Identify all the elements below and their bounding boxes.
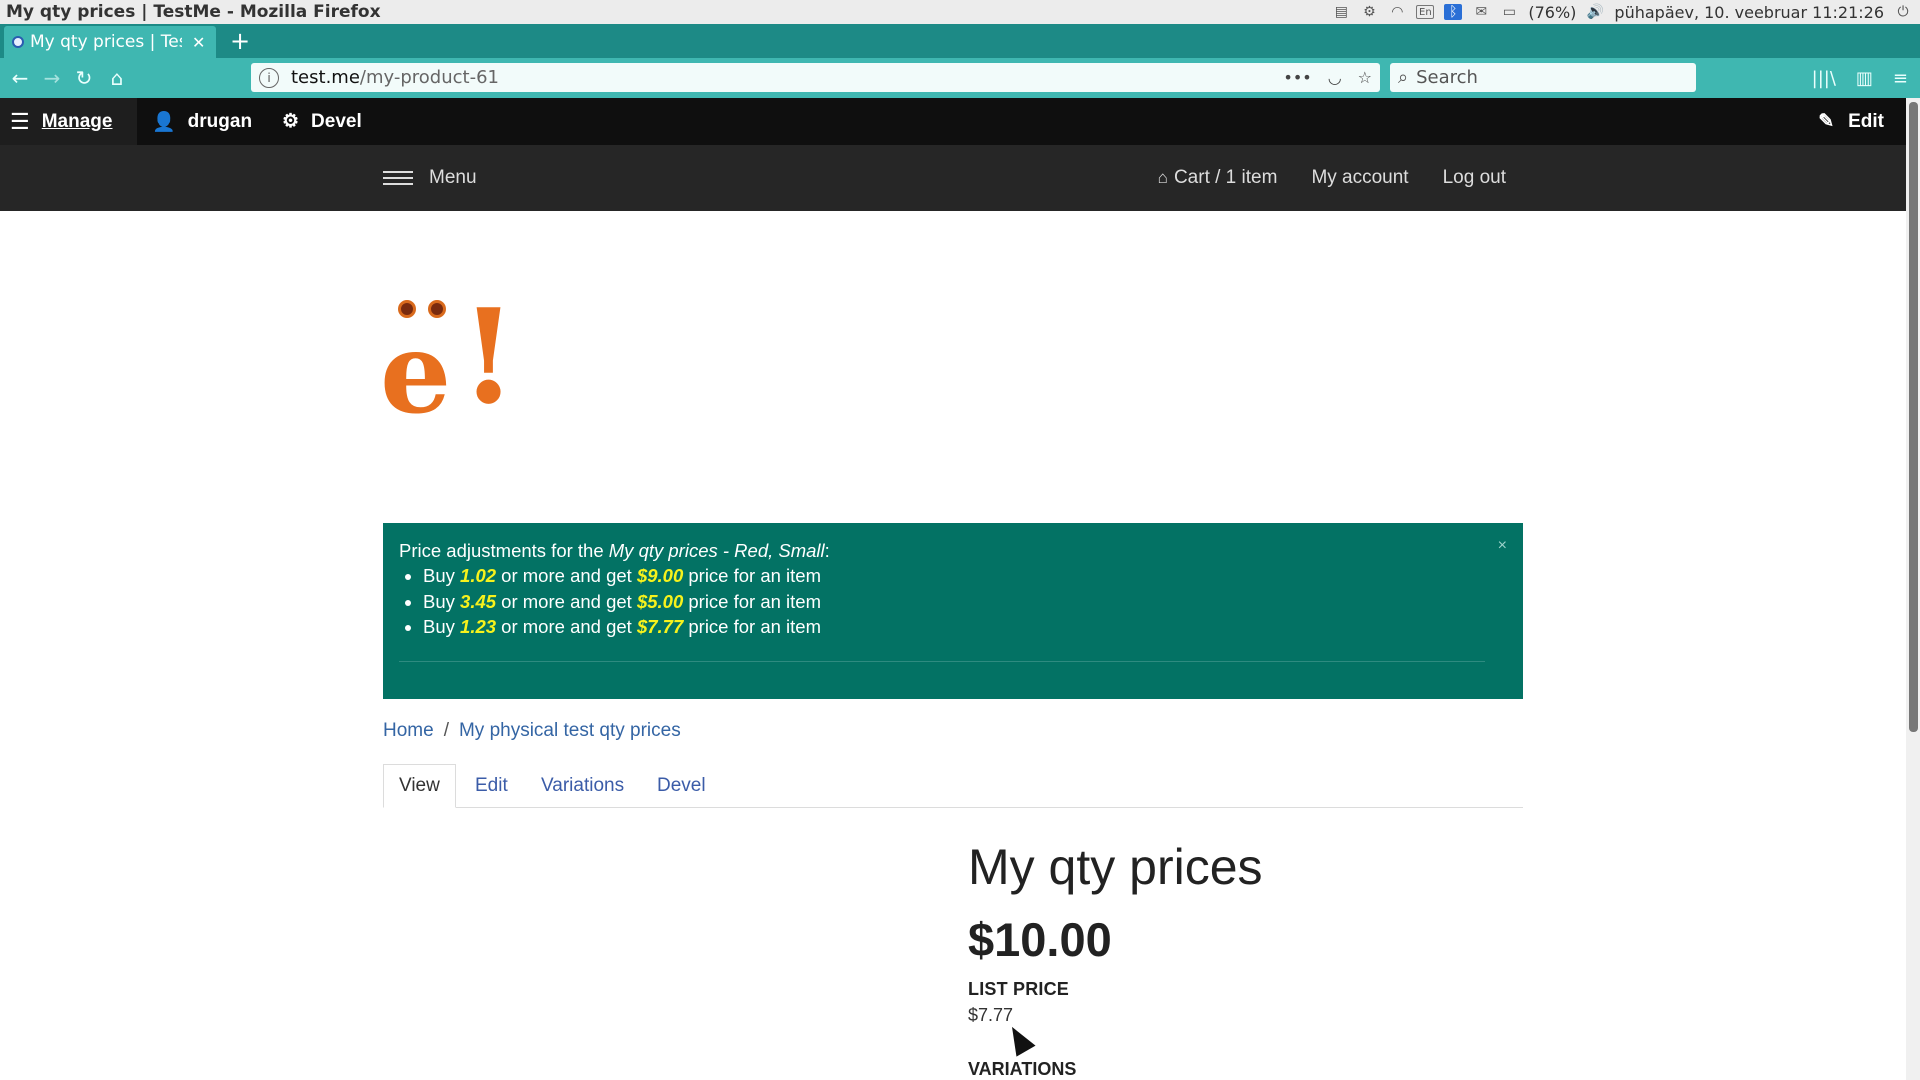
my-account-link[interactable]: My account [1311, 167, 1408, 189]
bluetooth-icon[interactable]: ᛒ [1444, 4, 1463, 20]
tab-edit[interactable]: Edit [475, 764, 508, 808]
basket-icon: ⌂ [1157, 168, 1168, 187]
bookmark-star-icon[interactable]: ☆ [1358, 68, 1372, 87]
page-scrollbar[interactable] [1906, 98, 1920, 1080]
manage-label: Manage [41, 110, 113, 132]
manage-button[interactable]: ☰ Manage [0, 98, 137, 145]
person-icon: 👤 [152, 111, 176, 133]
keyboard-layout[interactable]: En [1416, 5, 1435, 19]
menu-icon: ☰ [10, 108, 30, 134]
tab-title: My qty prices | TestMe [30, 32, 182, 52]
mail-icon[interactable]: ✉ [1472, 4, 1490, 20]
power-icon[interactable]: ⏻ [1894, 4, 1912, 20]
page-actions-icon[interactable]: ••• [1283, 68, 1311, 87]
home-icon[interactable]: ⌂ [103, 64, 131, 92]
hamburger-icon [383, 171, 413, 185]
system-tray: ▤ ⚙ ◠ En ᛒ ✉ ▭ (76%) 🔊 pühapäev, 10. vee… [1332, 0, 1912, 24]
breadcrumb-current-link[interactable]: My physical test qty prices [459, 720, 681, 742]
search-placeholder: Search [1416, 67, 1478, 88]
cart-link[interactable]: ⌂ Cart / 1 item [1158, 167, 1278, 189]
url-host: test.me [291, 67, 360, 88]
url-actions: ••• ◡ ☆ [1283, 63, 1372, 92]
back-icon[interactable]: ← [6, 64, 34, 92]
navigation-toolbar: ← → ↻ ⌂ i test.me/my-product-61 ••• ◡ ☆ … [0, 58, 1920, 98]
close-icon[interactable]: × [1498, 537, 1507, 555]
price-adjustment-list: Buy 1.02 or more and get $9.00 price for… [399, 563, 1507, 640]
list-item: Buy 3.45 or more and get $5.00 price for… [423, 589, 1507, 615]
close-tab-icon[interactable]: ✕ [192, 33, 205, 52]
log-out-link[interactable]: Log out [1443, 167, 1506, 189]
local-tabs: View Edit Variations Devel [383, 764, 1523, 808]
tab-variations[interactable]: Variations [541, 764, 624, 808]
breadcrumb-separator: / [443, 720, 449, 741]
edit-label: Edit [1848, 110, 1884, 132]
message-divider [399, 661, 1485, 662]
search-input[interactable]: ⌕ Search [1390, 63, 1696, 92]
admin-toolbar: ☰ Manage 👤 drugan ⚙ Devel ✎ Edit [0, 98, 1906, 145]
url-path: /my-product-61 [359, 67, 499, 88]
site-info-icon[interactable]: i [259, 67, 279, 88]
battery-percent: (76%) [1528, 2, 1577, 22]
cart-label: Cart / 1 item [1173, 167, 1278, 188]
new-tab-icon[interactable]: + [230, 27, 250, 55]
volume-icon[interactable]: 🔊 [1586, 4, 1604, 20]
product-price: $10.00 [968, 913, 1112, 966]
scrollbar-thumb[interactable] [1909, 102, 1918, 732]
drupal-favicon-icon [12, 36, 24, 48]
clock[interactable]: pühapäev, 10. veebruar 11:21:26 [1614, 3, 1884, 22]
hamburger-menu-icon[interactable]: ≡ [1893, 68, 1908, 89]
clipboard-icon[interactable]: ▤ [1332, 4, 1350, 20]
gear-icon: ⚙ [282, 111, 300, 132]
pocket-icon[interactable]: ◡ [1328, 68, 1342, 87]
product-details: My qty prices $10.00 LIST PRICE $7.77 VA… [968, 839, 1263, 1079]
browser-tab[interactable]: My qty prices | TestMe ✕ [4, 26, 216, 58]
settings-icon[interactable]: ⚙ [1360, 4, 1378, 20]
url-text[interactable]: test.me/my-product-61 [291, 67, 499, 88]
devel-label: Devel [311, 110, 362, 132]
tab-view[interactable]: View [383, 764, 456, 808]
browser-tab-strip: My qty prices | TestMe ✕ + [0, 24, 1920, 58]
forward-icon[interactable]: → [38, 64, 66, 92]
logo-exclamation: ! [460, 280, 518, 433]
browser-right-tools: |||\ ▥ ≡ [1812, 64, 1920, 92]
variations-label: VARIATIONS [968, 1059, 1077, 1079]
window-title: My qty prices | TestMe - Mozilla Firefox [6, 2, 381, 22]
site-logo[interactable]: e ! [380, 292, 520, 432]
mouse-cursor-icon [1002, 1021, 1036, 1057]
reload-icon[interactable]: ↻ [70, 64, 98, 92]
list-item: Buy 1.02 or more and get $9.00 price for… [423, 563, 1507, 589]
edit-button[interactable]: ✎ Edit [1818, 98, 1884, 145]
message-intro: Price adjustments for the My qty prices … [399, 540, 830, 561]
pencil-icon: ✎ [1818, 111, 1835, 132]
list-price-value: $7.77 [968, 1005, 1014, 1025]
os-title-bar: My qty prices | TestMe - Mozilla Firefox… [0, 0, 1920, 24]
logo-letter: e [380, 308, 452, 439]
menu-label: Menu [429, 167, 477, 188]
battery-icon[interactable]: ▭ [1500, 4, 1518, 20]
tab-devel[interactable]: Devel [657, 764, 706, 808]
page-title: My qty prices [968, 839, 1263, 895]
search-icon: ⌕ [1398, 67, 1409, 88]
site-header: Menu ⌂ Cart / 1 item My account Log out [0, 145, 1906, 211]
breadcrumb-home-link[interactable]: Home [383, 720, 434, 742]
breadcrumb: Home / My physical test qty prices [383, 720, 681, 742]
menu-toggle-button[interactable]: Menu [383, 145, 477, 211]
list-price-label: LIST PRICE [968, 979, 1070, 999]
user-button[interactable]: 👤 drugan [152, 98, 252, 145]
sidebar-icon[interactable]: ▥ [1856, 68, 1873, 89]
wifi-icon[interactable]: ◠ [1388, 4, 1406, 20]
library-icon[interactable]: |||\ [1812, 68, 1836, 89]
list-item: Buy 1.23 or more and get $7.77 price for… [423, 614, 1507, 640]
url-bar[interactable]: i test.me/my-product-61 ••• ◡ ☆ [251, 63, 1380, 92]
header-links: ⌂ Cart / 1 item My account Log out [1158, 145, 1506, 211]
user-label: drugan [187, 110, 253, 132]
status-message: Price adjustments for the My qty prices … [383, 523, 1523, 699]
devel-button[interactable]: ⚙ Devel [282, 98, 362, 145]
